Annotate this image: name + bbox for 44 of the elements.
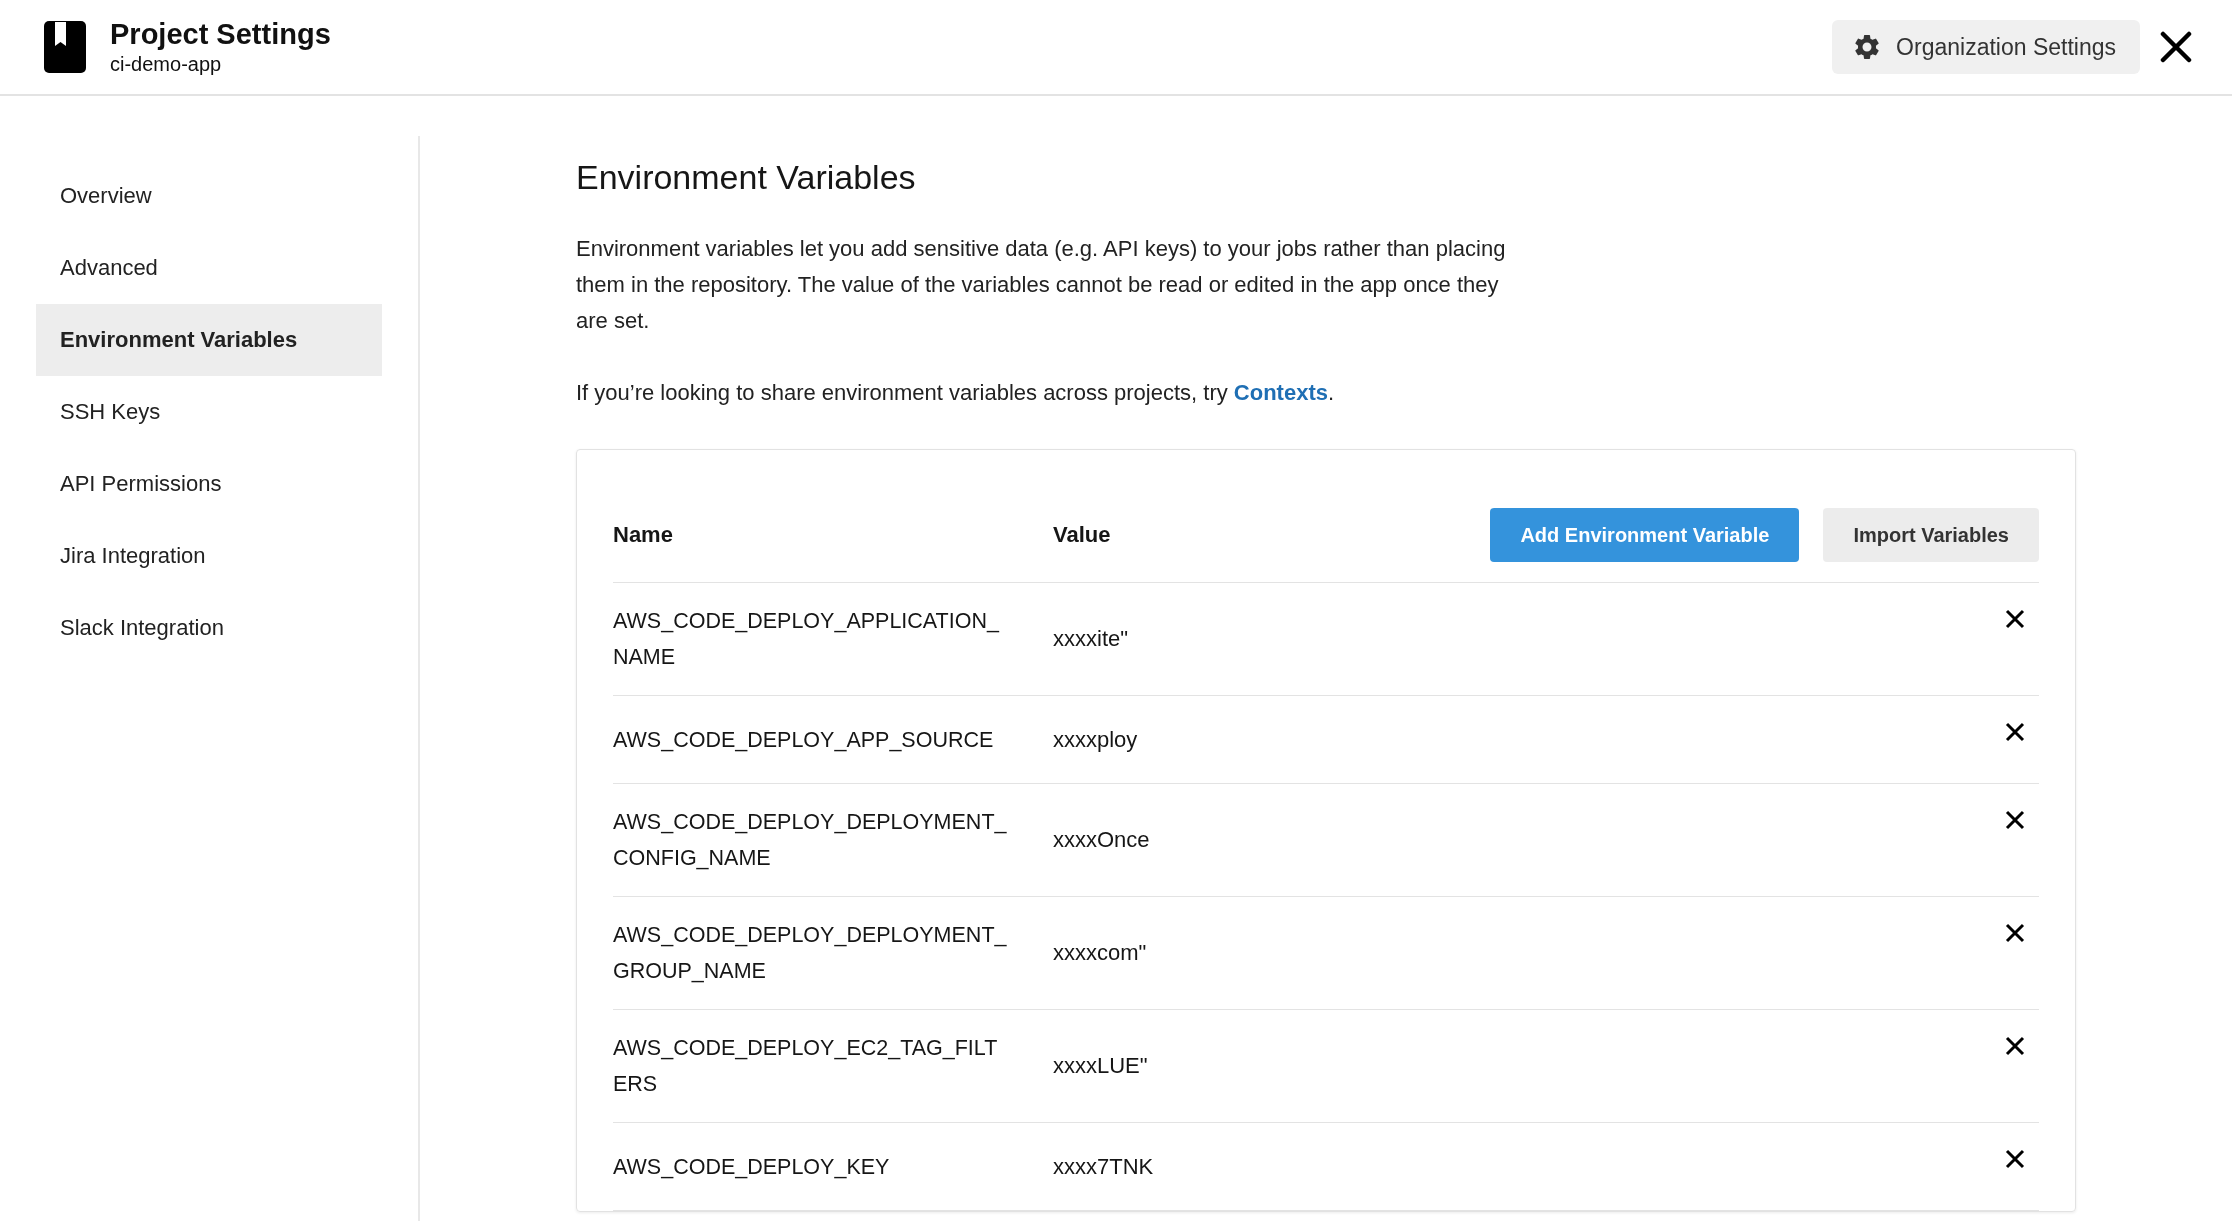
- variable-value: xxxxite": [1053, 626, 1129, 651]
- close-icon: [2005, 810, 2025, 830]
- delete-button[interactable]: [2005, 609, 2025, 629]
- close-button[interactable]: [2160, 31, 2192, 63]
- column-header: Value: [1053, 522, 1111, 547]
- close-icon: [2005, 923, 2025, 943]
- sidebar-item[interactable]: Overview: [36, 160, 382, 232]
- delete-button[interactable]: [2005, 1036, 2025, 1056]
- close-icon: [2005, 722, 2025, 742]
- variable-name: AWS_CODE_DEPLOY_DEPLOYMENT_GROUP_NAME: [613, 923, 1007, 983]
- variable-name: AWS_CODE_DEPLOY_APP_SOURCE: [613, 727, 994, 752]
- contexts-link[interactable]: Contexts: [1233, 380, 1328, 405]
- delete-button[interactable]: [2005, 810, 2025, 830]
- delete-button[interactable]: [2005, 722, 2025, 742]
- variable-value: xxxxOnce: [1053, 827, 1150, 852]
- bookmark-book-icon: [44, 21, 86, 73]
- close-icon: [2005, 609, 2025, 629]
- organization-settings-button[interactable]: Organization Settings: [1832, 20, 2140, 74]
- variable-value: xxxxploy: [1053, 726, 1138, 752]
- import-variables-button[interactable]: Import Variables: [1823, 508, 2039, 562]
- variable-name: AWS_CODE_DEPLOY_APPLICATION_NAME: [613, 609, 999, 669]
- variable-name: AWS_CODE_DEPLOY_DEPLOYMENT_CONFIG_NAME: [613, 810, 1007, 870]
- sidebar-item[interactable]: API Permissions: [36, 448, 382, 520]
- delete-button[interactable]: [2005, 1149, 2025, 1169]
- page-title: Project Settings: [110, 18, 332, 51]
- sidebar-item[interactable]: Advanced: [36, 232, 382, 304]
- section-title: Environment Variables: [576, 158, 917, 197]
- variable-value: xxxxLUE": [1053, 1053, 1148, 1078]
- sidebar-item[interactable]: Environment Variables: [36, 304, 382, 376]
- close-icon: [2005, 1036, 2025, 1056]
- delete-button[interactable]: [2005, 923, 2025, 943]
- variable-value: xxxxcom": [1053, 940, 1147, 965]
- sidebar-item[interactable]: SSH Keys: [36, 376, 382, 448]
- close-icon: [2160, 31, 2192, 63]
- contexts-hint-text: If you’re looking to share environment variables across projects, try Contexts.: [576, 379, 1336, 407]
- sidebar-item[interactable]: Jira Integration: [36, 520, 382, 592]
- variable-name: AWS_CODE_DEPLOY_KEY: [613, 1154, 890, 1179]
- close-icon: [2005, 1149, 2025, 1169]
- variable-value: xxxx7TNK: [1053, 1153, 1154, 1179]
- description-text: Environment variables let you add sensitive data (e.g. API keys) to your jobs rather than placing them in the repository. The value of the variables cannot be read or edited in the app once they are set.: [576, 235, 1507, 335]
- column-header: Name: [613, 522, 673, 547]
- sidebar-item[interactable]: Slack Integration: [36, 592, 382, 664]
- variable-name: AWS_CODE_DEPLOY_EC2_TAG_FILTERS: [613, 1036, 998, 1096]
- project-name: ci-demo-app: [110, 53, 223, 76]
